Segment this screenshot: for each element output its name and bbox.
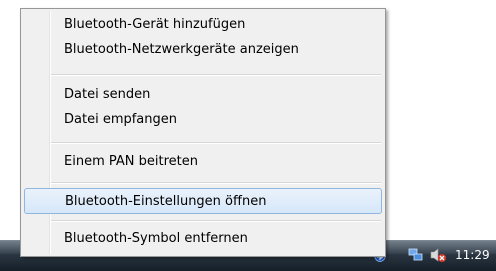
menu-separator bbox=[51, 74, 381, 76]
menu-item-add-device[interactable]: Bluetooth-Gerät hinzufügen bbox=[24, 14, 382, 36]
menu-item-remove-icon[interactable]: Bluetooth-Symbol entfernen bbox=[24, 228, 382, 250]
menu-item-label: Datei empfangen bbox=[64, 112, 178, 127]
menu-item-label: Bluetooth-Gerät hinzufügen bbox=[64, 17, 246, 32]
menu-item-send-file[interactable]: Datei senden bbox=[24, 84, 382, 106]
menu-separator bbox=[51, 142, 381, 144]
network-icon[interactable] bbox=[408, 247, 424, 261]
volume-muted-icon[interactable] bbox=[429, 247, 447, 263]
tray-clock[interactable]: 11:29 bbox=[455, 248, 490, 262]
menu-item-label: Bluetooth-Einstellungen öffnen bbox=[65, 194, 267, 209]
menu-separator bbox=[51, 182, 381, 184]
menu-item-show-network-devices[interactable]: Bluetooth-Netzwerkgeräte anzeigen bbox=[24, 39, 382, 61]
menu-item-join-pan[interactable]: Einem PAN beitreten bbox=[24, 151, 382, 173]
menu-item-receive-file[interactable]: Datei empfangen bbox=[24, 109, 382, 131]
menu-item-label: Bluetooth-Symbol entfernen bbox=[64, 231, 248, 246]
menu-separator bbox=[51, 220, 381, 222]
menu-item-label: Datei senden bbox=[64, 87, 151, 102]
menu-item-open-settings[interactable]: Bluetooth-Einstellungen öffnen bbox=[24, 188, 382, 214]
menu-item-label: Bluetooth-Netzwerkgeräte anzeigen bbox=[64, 42, 299, 57]
menu-item-label: Einem PAN beitreten bbox=[64, 154, 198, 169]
bluetooth-context-menu: Bluetooth-Gerät hinzufügen Bluetooth-Net… bbox=[20, 8, 386, 257]
